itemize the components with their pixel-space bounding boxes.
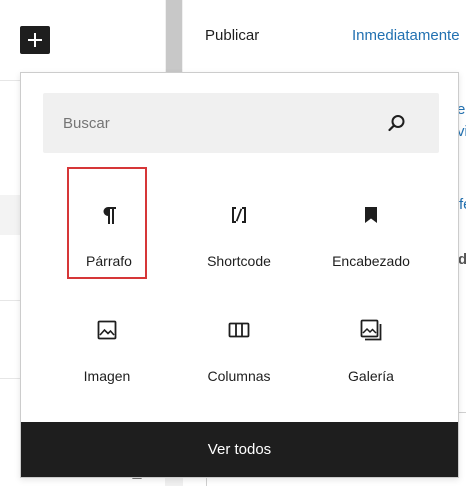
browse-all-button[interactable]: Ver todos [21,422,458,477]
block-heading[interactable]: Encabezado [331,169,411,281]
block-search [43,93,439,153]
sidebar-link-fragment: fe [459,196,466,213]
block-paragraph[interactable]: Párrafo [67,167,147,279]
block-label: Encabezado [332,253,410,269]
block-shortcode[interactable]: Shortcode [199,169,279,281]
paragraph-icon [103,207,116,224]
publish-date-link[interactable]: Inmediatamente [352,27,460,44]
search-icon[interactable] [387,113,407,133]
scrollbar-thumb[interactable] [166,0,182,72]
block-label: Shortcode [207,253,271,269]
block-label: Párrafo [86,253,132,269]
block-label: Columnas [207,368,271,384]
columns-icon [228,322,250,338]
publish-label: Publicar [205,27,260,44]
block-gallery[interactable]: Galería [331,284,411,396]
plus-icon [28,33,42,47]
shortcode-icon [232,207,246,223]
block-columns[interactable]: Columnas [199,284,279,396]
block-label: Imagen [83,368,131,384]
block-inserter-popover: Párrafo Shortcode Encabezado Imagen Colu… [20,72,459,478]
gallery-icon [360,319,382,341]
sidebar-text-fragment: d [458,251,466,268]
block-label: Galería [348,368,394,384]
add-block-button[interactable] [20,26,50,54]
bookmark-icon [365,207,377,223]
image-icon [97,320,117,340]
block-image[interactable]: Imagen [67,284,147,396]
search-input[interactable] [43,93,393,153]
